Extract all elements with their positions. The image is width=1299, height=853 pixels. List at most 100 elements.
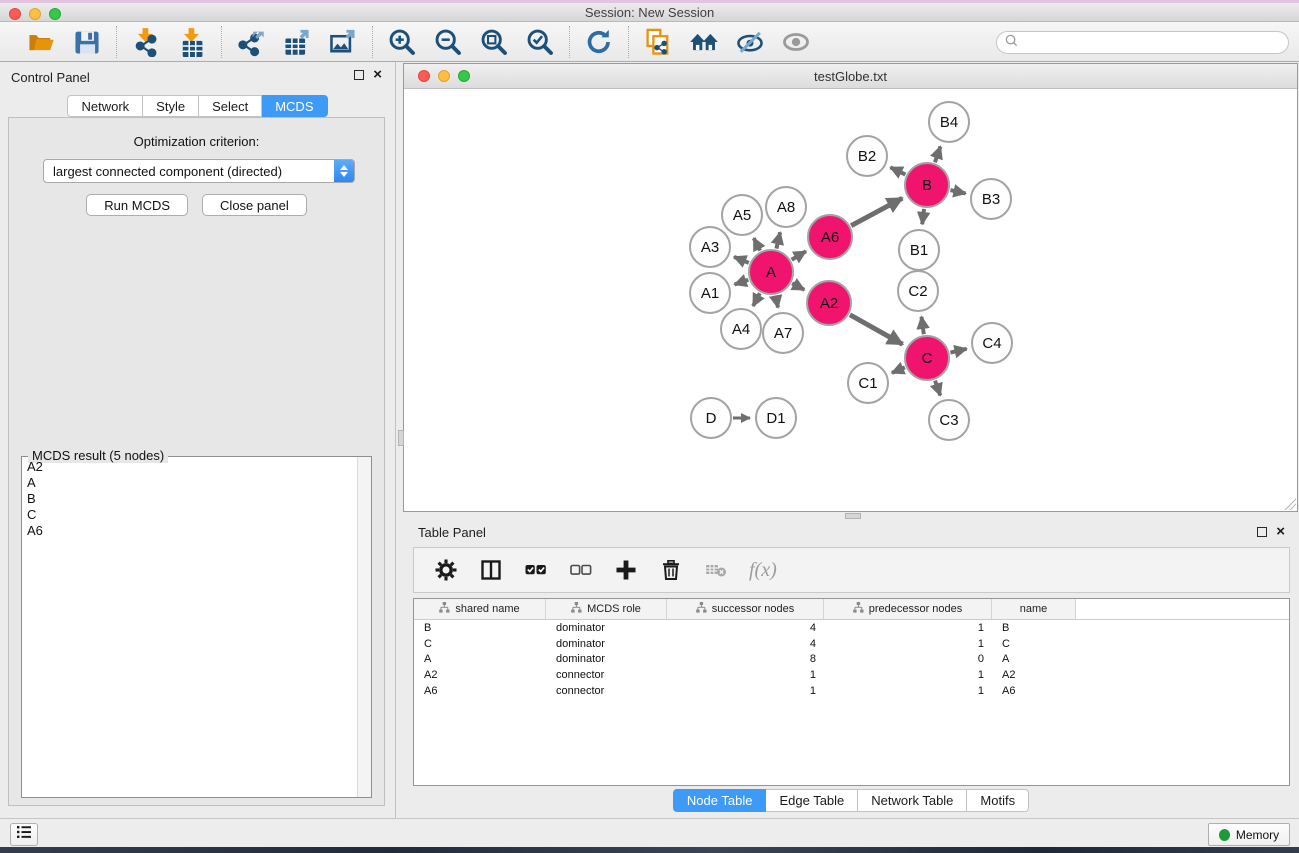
graph-node-A4[interactable]: A4	[720, 308, 762, 350]
graph-edge-B-B4[interactable]	[935, 147, 941, 163]
float-panel-icon[interactable]	[354, 70, 364, 80]
close-panel-icon[interactable]: ×	[373, 70, 382, 80]
mcds-result-item[interactable]: C	[23, 507, 356, 523]
mcds-result-item[interactable]: B	[23, 491, 356, 507]
table-cell[interactable]: connector	[546, 669, 667, 681]
table-cell[interactable]: A	[992, 653, 1076, 665]
graph-node-B4[interactable]: B4	[928, 101, 970, 143]
graph-edge-A2-C[interactable]	[850, 315, 903, 345]
optimization-criterion-select[interactable]: largest connected component (directed)	[43, 159, 355, 183]
table-cell[interactable]: 1	[824, 685, 992, 697]
graph-node-A2[interactable]: A2	[806, 280, 852, 326]
tab-motifs[interactable]: Motifs	[967, 789, 1029, 812]
tab-style[interactable]: Style	[143, 95, 199, 117]
graph-edge-B-B2[interactable]	[890, 167, 905, 174]
columns-icon[interactable]	[479, 558, 503, 582]
graph-edge-A-A7[interactable]	[776, 296, 778, 308]
export-image-icon[interactable]	[327, 26, 359, 58]
split-divider-handle-vertical[interactable]	[398, 430, 404, 446]
table-cell[interactable]: 1	[667, 685, 824, 697]
mcds-result-item[interactable]: A	[23, 475, 356, 491]
deselect-all-icon[interactable]	[569, 558, 593, 582]
table-float-panel-icon[interactable]	[1257, 527, 1267, 537]
table-cell[interactable]: C	[992, 638, 1076, 650]
column-header-predecessor-nodes[interactable]: predecessor nodes	[824, 599, 992, 619]
graph-node-A[interactable]: A	[748, 249, 794, 295]
export-table-icon[interactable]	[281, 26, 313, 58]
zoom-out-icon[interactable]	[432, 26, 464, 58]
graph-edge-C-C3[interactable]	[935, 381, 940, 396]
graph-edge-A-A8[interactable]	[776, 232, 780, 248]
graph-edge-A-A2[interactable]	[792, 283, 804, 289]
table-cell[interactable]: dominator	[546, 638, 667, 650]
tab-network[interactable]: Network	[67, 95, 143, 117]
table-cell[interactable]: B	[414, 622, 546, 634]
close-panel-button[interactable]: Close panel	[202, 194, 307, 216]
graph-node-C3[interactable]: C3	[928, 399, 970, 441]
graph-edge-A-A3[interactable]	[734, 257, 749, 263]
table-cell[interactable]: dominator	[546, 653, 667, 665]
refresh-icon[interactable]	[583, 26, 615, 58]
graph-node-A6[interactable]: A6	[807, 214, 853, 260]
table-cell[interactable]: 1	[824, 669, 992, 681]
table-cell[interactable]: 4	[667, 622, 824, 634]
graph-node-A5[interactable]: A5	[721, 194, 763, 236]
table-cell[interactable]: C	[414, 638, 546, 650]
window-resize-grip[interactable]	[1284, 498, 1296, 510]
table-row[interactable]: Adominator80A	[414, 652, 1289, 668]
graph-node-B1[interactable]: B1	[898, 229, 940, 271]
search-input[interactable]	[1019, 32, 1288, 53]
graph-edge-C-C2[interactable]	[921, 317, 923, 334]
graph-node-B3[interactable]: B3	[970, 178, 1012, 220]
table-cell[interactable]: 1	[824, 638, 992, 650]
graph-edge-B-B3[interactable]	[950, 190, 965, 193]
graph-node-A3[interactable]: A3	[689, 226, 731, 268]
graph-edge-A-A1[interactable]	[735, 280, 749, 285]
table-row[interactable]: A2connector11A2	[414, 667, 1289, 683]
home-icon[interactable]	[688, 26, 720, 58]
table-row[interactable]: Bdominator41B	[414, 620, 1289, 636]
table-close-panel-icon[interactable]: ×	[1276, 527, 1285, 537]
table-cell[interactable]: A6	[992, 685, 1076, 697]
hide-details-icon[interactable]	[734, 26, 766, 58]
graph-node-A1[interactable]: A1	[689, 272, 731, 314]
graph-node-B[interactable]: B	[904, 162, 950, 208]
mcds-result-item[interactable]: A2	[23, 459, 356, 475]
table-cell[interactable]: 0	[824, 653, 992, 665]
run-mcds-button[interactable]: Run MCDS	[86, 194, 188, 216]
export-network-icon[interactable]	[235, 26, 267, 58]
task-history-button[interactable]	[10, 823, 38, 846]
select-all-icon[interactable]	[524, 558, 548, 582]
network-canvas[interactable]: AA2A6BCA1A3A4A5A7A8B1B2B3B4C1C2C3C4DD1	[404, 89, 1297, 511]
graph-node-A7[interactable]: A7	[762, 312, 804, 354]
save-icon[interactable]	[71, 26, 103, 58]
column-header-MCDS-role[interactable]: MCDS role	[546, 599, 667, 619]
table-cell[interactable]: 1	[824, 622, 992, 634]
graph-edge-C-C1[interactable]	[892, 367, 905, 372]
table-cell[interactable]: 8	[667, 653, 824, 665]
table-cell[interactable]: dominator	[546, 622, 667, 634]
table-cell[interactable]: A6	[414, 685, 546, 697]
zoom-fit-icon[interactable]	[478, 26, 510, 58]
column-header-successor-nodes[interactable]: successor nodes	[667, 599, 824, 619]
tab-network-table[interactable]: Network Table	[858, 789, 967, 812]
table-row[interactable]: Cdominator41C	[414, 636, 1289, 652]
search-field[interactable]	[996, 31, 1289, 54]
tab-edge-table[interactable]: Edge Table	[766, 789, 858, 812]
mcds-result-list[interactable]: A2ABCA6	[23, 459, 356, 796]
graph-edge-A-A6[interactable]	[792, 251, 806, 259]
graph-edge-C-C4[interactable]	[950, 349, 966, 353]
import-network-icon[interactable]	[130, 26, 162, 58]
graph-edge-A-A4[interactable]	[753, 293, 760, 306]
import-table-icon[interactable]	[176, 26, 208, 58]
tab-mcds[interactable]: MCDS	[262, 95, 327, 117]
copy-style-icon[interactable]	[642, 26, 674, 58]
column-header-shared-name[interactable]: shared name	[414, 599, 546, 619]
graph-node-C1[interactable]: C1	[847, 362, 889, 404]
zoom-selected-icon[interactable]	[524, 26, 556, 58]
graph-edge-A-A5[interactable]	[754, 238, 760, 250]
tab-select[interactable]: Select	[199, 95, 262, 117]
memory-button[interactable]: Memory	[1208, 823, 1290, 846]
zoom-in-icon[interactable]	[386, 26, 418, 58]
table-cell[interactable]: A	[414, 653, 546, 665]
